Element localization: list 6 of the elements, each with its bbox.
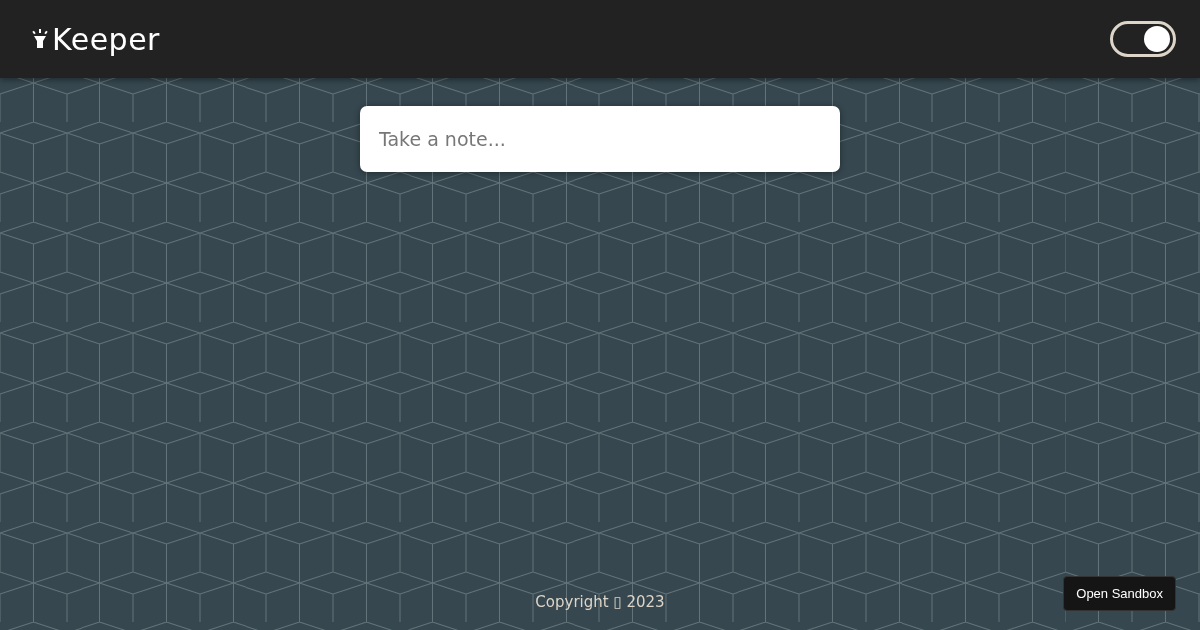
copyright-text: Copyright ▯ 2023 bbox=[535, 593, 665, 611]
note-input-field[interactable]: Take a note... bbox=[360, 106, 840, 172]
theme-toggle[interactable] bbox=[1110, 21, 1176, 57]
lamp-icon bbox=[32, 29, 48, 49]
app-title: Keeper bbox=[52, 20, 160, 59]
open-sandbox-button[interactable]: Open Sandbox bbox=[1063, 575, 1176, 611]
